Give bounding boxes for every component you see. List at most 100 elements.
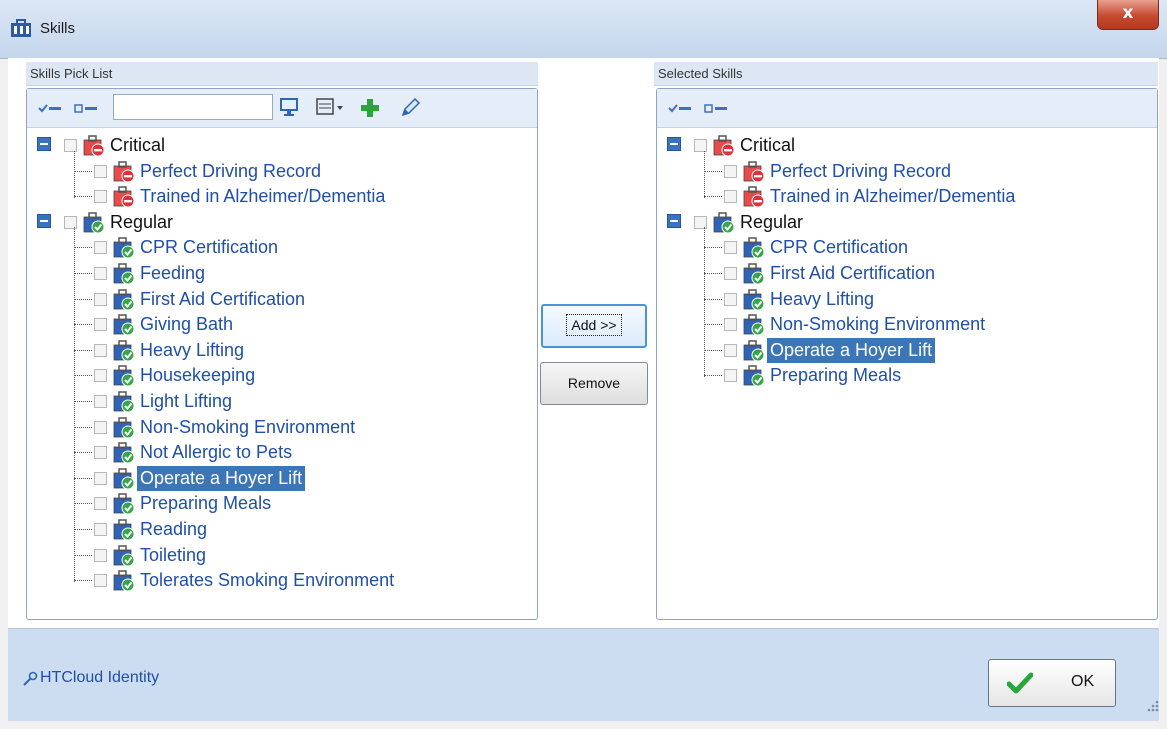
search-input[interactable] [113,94,273,120]
item-checkbox[interactable] [94,471,107,485]
item-checkbox[interactable] [94,395,107,408]
item-checkbox[interactable] [724,164,737,178]
item-checkbox[interactable] [724,318,737,332]
group-checkbox[interactable] [694,215,707,229]
item-checkbox[interactable] [94,292,107,306]
tree-item-label: Housekeeping [140,365,256,386]
close-icon: x [1122,3,1134,23]
tree-item-label: Reading [140,519,208,539]
group-checkbox[interactable] [694,139,707,152]
item-checkbox[interactable] [94,369,107,383]
list-view-dropdown-icon[interactable] [315,97,345,117]
uncheck-all-icon[interactable] [73,100,103,116]
item-checkbox[interactable] [94,523,107,536]
tree-item[interactable]: CPR Certification [657,235,1157,260]
group-checkbox[interactable] [64,139,77,152]
checkmark-icon [1007,672,1033,694]
collapse-icon[interactable] [667,137,681,151]
check-all-icon[interactable] [667,100,697,116]
item-checkbox[interactable] [724,292,737,306]
tree-connector [704,196,722,198]
add-button[interactable]: Add >> [541,304,647,348]
group-checkbox[interactable] [64,215,77,229]
item-checkbox[interactable] [94,241,107,255]
remove-button[interactable]: Remove [540,362,648,405]
tree-item[interactable]: Housekeeping [27,363,537,388]
add-button-label: Add >> [566,314,622,336]
tree-connector [704,247,722,249]
item-checkbox[interactable] [94,267,107,280]
monitor-icon[interactable] [279,97,299,117]
tree-item-label: Trained in Alzheimer/Dementia [770,186,1016,207]
critical-skill-icon [743,160,765,183]
item-checkbox[interactable] [724,343,737,357]
tree-connector [74,247,92,249]
item-checkbox[interactable] [94,574,107,588]
item-checkbox[interactable] [94,190,107,204]
regular-skill-icon [113,519,135,541]
title-bar: Skills x [0,0,1167,59]
selected-skills-header: Selected Skills [654,62,1158,86]
tree-item[interactable]: Trained in Alzheimer/Dementia [27,184,537,209]
tree-connector [74,349,92,351]
uncheck-all-icon[interactable] [703,100,733,116]
tree-item[interactable]: Reading [27,517,537,542]
tree-item[interactable]: Feeding [27,261,537,286]
item-checkbox[interactable] [724,267,737,280]
tree-group-critical[interactable]: Critical [657,133,1157,158]
ok-button[interactable]: OK [988,659,1116,707]
tree-item-label: Preparing Meals [140,493,272,514]
collapse-icon[interactable] [37,137,51,151]
critical-skill-icon [743,186,765,208]
tree-group-regular[interactable]: Regular [657,210,1157,235]
tree-item-label: Giving Bath [140,314,234,335]
tree-item[interactable]: Toileting [27,543,537,568]
regular-skill-icon [113,468,135,490]
tree-group-label: Critical [740,135,796,155]
tree-group-regular[interactable]: Regular [27,210,537,235]
tree-item[interactable]: Perfect Driving Record [657,159,1157,184]
item-checkbox[interactable] [724,190,737,204]
tree-item[interactable]: Operate a Hoyer Lift [657,337,1157,363]
item-checkbox[interactable] [94,420,107,434]
tree-item[interactable]: Not Allergic to Pets [27,440,537,465]
tree-item[interactable]: Preparing Meals [657,363,1157,388]
htcloud-identity-link[interactable]: HTCloud Identity [40,669,159,687]
item-checkbox[interactable] [724,369,737,383]
tree-item[interactable]: Heavy Lifting [27,338,537,363]
tree-item[interactable]: Giving Bath [27,312,537,337]
tree-item[interactable]: Heavy Lifting [657,287,1157,312]
tree-item[interactable]: Preparing Meals [27,491,537,516]
item-checkbox[interactable] [94,548,107,562]
tree-item[interactable]: Operate a Hoyer Lift [27,465,537,491]
item-checkbox[interactable] [94,446,107,460]
briefcase-icon [11,19,31,37]
tree-group-critical[interactable]: Critical [27,133,537,158]
close-button[interactable]: x [1097,0,1159,30]
add-icon[interactable] [359,97,381,119]
tree-item[interactable]: Non-Smoking Environment [657,312,1157,337]
item-checkbox[interactable] [94,164,107,178]
edit-pencil-icon[interactable] [399,95,423,119]
tree-item-label: Perfect Driving Record [770,160,952,181]
item-checkbox[interactable] [724,241,737,255]
tree-item[interactable]: First Aid Certification [27,287,537,312]
tree-connector [74,375,92,377]
tree-connector [704,324,722,326]
tree-item[interactable]: Non-Smoking Environment [27,415,537,440]
resize-grip-icon[interactable] [1144,695,1160,713]
collapse-icon[interactable] [667,213,681,228]
collapse-icon[interactable] [37,213,51,228]
tree-item[interactable]: First Aid Certification [657,261,1157,286]
item-checkbox[interactable] [94,343,107,357]
tree-item[interactable]: Trained in Alzheimer/Dementia [657,184,1157,209]
tree-item[interactable]: Perfect Driving Record [27,159,537,184]
check-all-icon[interactable] [37,100,67,116]
item-checkbox[interactable] [94,318,107,332]
tree-item[interactable]: CPR Certification [27,235,537,260]
tree-item-label: Not Allergic to Pets [140,442,293,463]
item-checkbox[interactable] [94,497,107,511]
tree-item[interactable]: Tolerates Smoking Environment [27,568,537,593]
tree-item[interactable]: Light Lifting [27,389,537,414]
regular-skill-icon [743,365,765,387]
